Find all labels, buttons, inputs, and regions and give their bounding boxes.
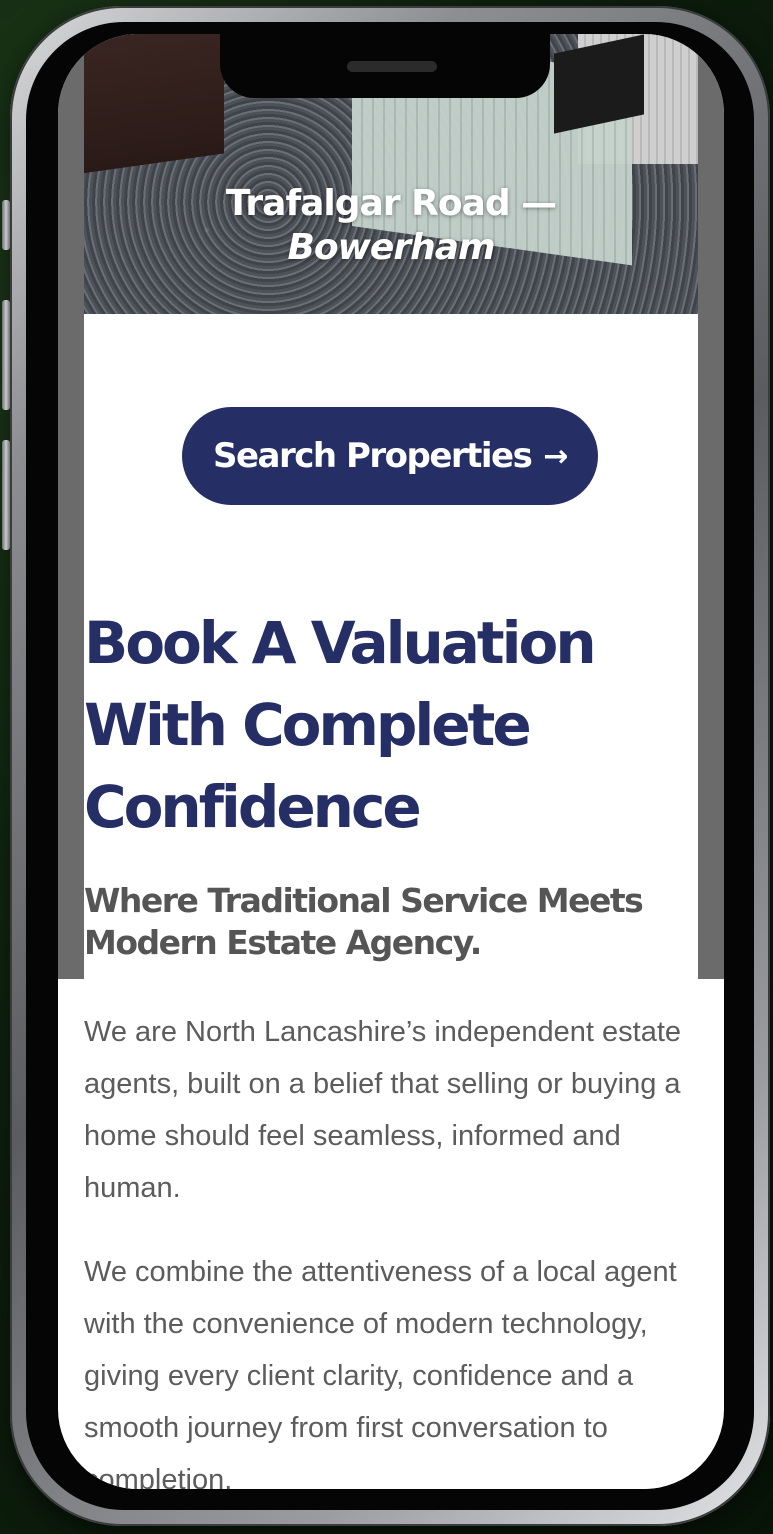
page-heading: Book A Valuation With Complete Confidenc… bbox=[84, 609, 597, 841]
body-paragraph: We combine the attentiveness of a local … bbox=[84, 1256, 677, 1489]
speaker-grille bbox=[347, 61, 437, 72]
phone-notch bbox=[220, 34, 550, 98]
volume-up-button bbox=[2, 300, 10, 410]
intro-paragraph: We are North Lancashire’s independent es… bbox=[84, 1016, 682, 1204]
search-properties-label: Search Properties bbox=[212, 436, 533, 476]
property-area: Bowerham bbox=[287, 227, 495, 268]
phone-screen: Trafalgar Road — Bowerham Search Propert… bbox=[58, 34, 724, 1489]
web-page: Trafalgar Road — Bowerham Search Propert… bbox=[84, 34, 698, 1489]
search-properties-button[interactable]: Search Properties → bbox=[182, 407, 598, 505]
volume-down-button bbox=[2, 440, 10, 550]
property-road: Trafalgar Road — bbox=[225, 183, 557, 224]
hero-furniture bbox=[84, 34, 224, 175]
page-subheading: Where Traditional Service Meets Modern E… bbox=[84, 881, 644, 962]
page-gutter-right bbox=[698, 34, 724, 979]
page-gutter-left bbox=[58, 34, 84, 979]
side-button bbox=[2, 200, 10, 250]
property-caption: Trafalgar Road — Bowerham bbox=[84, 182, 698, 270]
arrow-right-icon: → bbox=[543, 438, 568, 474]
